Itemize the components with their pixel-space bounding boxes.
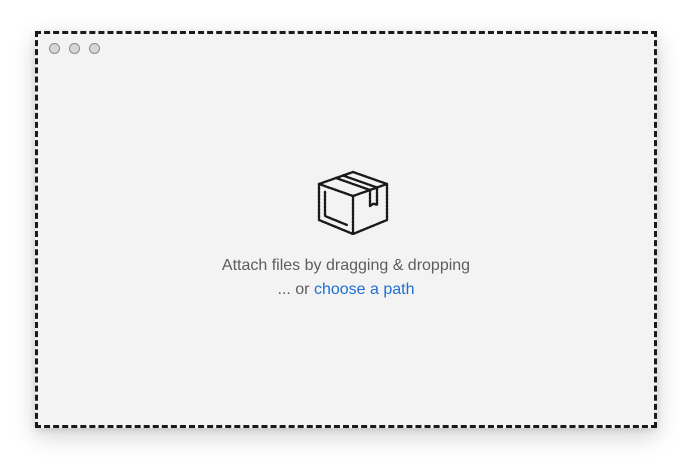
choose-path-link[interactable]: choose a path xyxy=(314,281,415,298)
alt-prefix-text: ... or xyxy=(277,281,314,298)
app-window: Attach files by dragging & dropping ... … xyxy=(35,31,657,428)
file-drop-zone[interactable]: Attach files by dragging & dropping ... … xyxy=(38,34,654,425)
package-box-icon xyxy=(317,170,389,236)
choose-path-line: ... or choose a path xyxy=(38,278,654,302)
drop-instructions: Attach files by dragging & dropping xyxy=(221,257,471,274)
